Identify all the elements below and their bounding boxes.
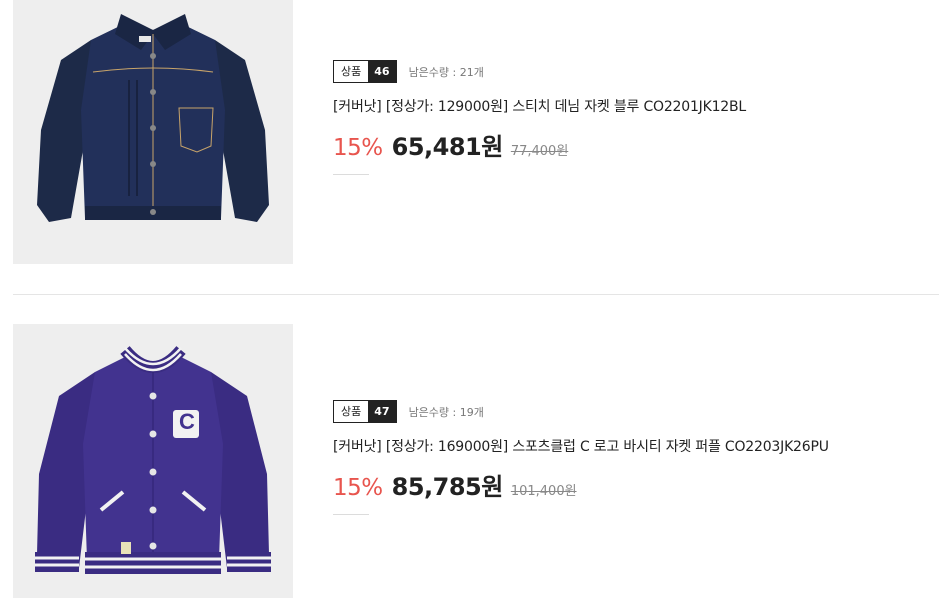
badge-label: 상품: [334, 401, 369, 422]
product-title[interactable]: [커버낫] [정상가: 129000원] 스티치 데님 자켓 블루 CO2201…: [333, 96, 746, 116]
price-row: 15% 65,481원 77,400원: [333, 127, 746, 162]
product-list: 상품 46 남은수량 : 21개 [커버낫] [정상가: 129000원] 스티…: [0, 0, 939, 598]
product-title[interactable]: [커버낫] [정상가: 169000원] 스포츠클럽 C 로고 바시티 자켓 퍼…: [333, 436, 829, 456]
denim-jacket-icon: [13, 0, 293, 264]
product-item[interactable]: 상품 46 남은수량 : 21개 [커버낫] [정상가: 129000원] 스티…: [0, 0, 939, 294]
product-image-denim-jacket[interactable]: [13, 0, 293, 264]
price-row: 15% 85,785원 101,400원: [333, 467, 829, 502]
product-image-varsity-jacket[interactable]: C: [13, 324, 293, 598]
product-badge: 상품 47: [333, 400, 397, 423]
logo-letter: C: [179, 409, 195, 434]
badge-label: 상품: [334, 61, 369, 82]
discount-rate: 15%: [333, 475, 383, 501]
original-price: 101,400원: [510, 484, 577, 499]
sale-price: 65,481원: [391, 133, 504, 161]
product-item[interactable]: C 상품 47 남은수량 : 19개 [커버낫] [정상가: 169000원] …: [0, 324, 939, 598]
product-info: 상품 47 남은수량 : 19개 [커버낫] [정상가: 169000원] 스포…: [333, 400, 829, 515]
item-divider: [13, 294, 939, 295]
divider-short: [333, 514, 369, 515]
stock-count: 남은수량 : 19개: [408, 405, 484, 419]
divider-short: [333, 174, 369, 175]
sale-price: 85,785원: [391, 473, 504, 501]
product-badge: 상품 46: [333, 60, 397, 83]
badge-number: 46: [368, 61, 396, 82]
varsity-jacket-icon: [13, 324, 293, 598]
original-price: 77,400원: [510, 144, 569, 159]
badge-number: 47: [368, 401, 396, 422]
stock-count: 남은수량 : 21개: [408, 65, 484, 79]
discount-rate: 15%: [333, 135, 383, 161]
product-info: 상품 46 남은수량 : 21개 [커버낫] [정상가: 129000원] 스티…: [333, 60, 746, 175]
